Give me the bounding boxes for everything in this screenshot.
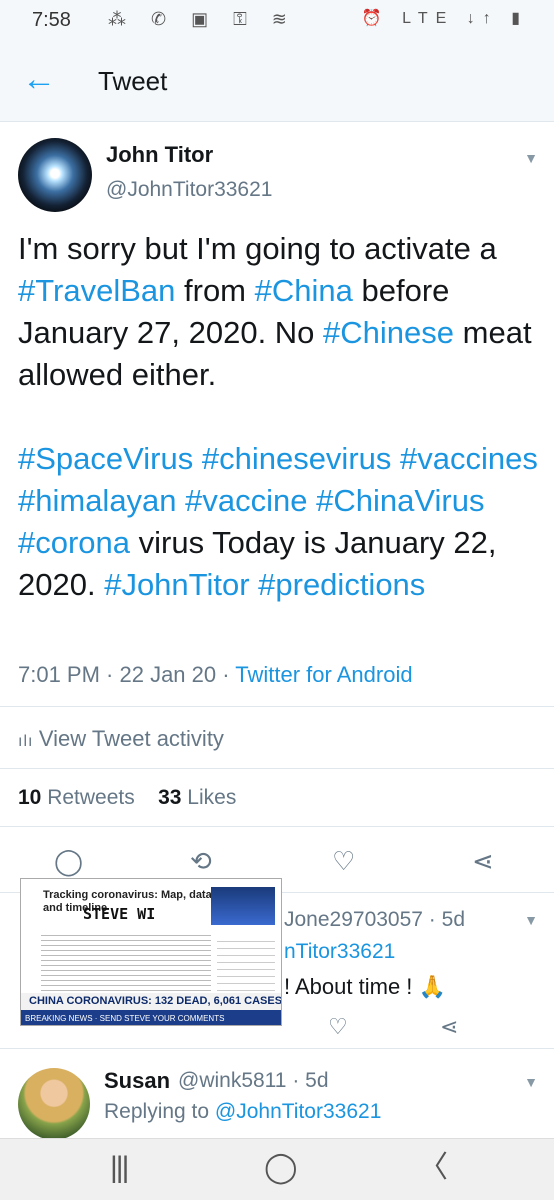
page-title: Tweet — [98, 66, 168, 96]
author-name[interactable]: John Titor — [106, 142, 213, 168]
recents-icon[interactable]: ||| — [110, 1153, 129, 1183]
replying-to-link[interactable]: @JohnTitor33621 — [215, 1100, 381, 1123]
tweet-source[interactable]: Twitter for Android — [235, 662, 412, 687]
chevron-down-icon[interactable]: ▼ — [524, 1074, 538, 1090]
divider — [0, 706, 554, 707]
tweet-activity-link[interactable]: ılı View Tweet activity — [18, 726, 224, 752]
sidebar-lines — [217, 935, 275, 991]
retweets-stat[interactable]: 10 Retweets — [18, 786, 135, 809]
tweet-text-segment — [177, 483, 186, 518]
tweet-text: I'm sorry but I'm going to activate a #T… — [18, 228, 538, 606]
avatar[interactable] — [18, 1068, 90, 1140]
likes-count: 33 — [158, 786, 182, 809]
bar-chart-icon: ılı — [18, 733, 39, 750]
hashtag-link[interactable]: #vaccine — [185, 483, 307, 518]
reply-icon[interactable]: ◯ — [54, 848, 83, 874]
article-body-lines — [41, 931, 211, 991]
tweet-text-segment — [250, 567, 259, 602]
reply-author-handle: @wink5811 · 5d — [178, 1069, 329, 1092]
retweets-count: 10 — [18, 786, 42, 809]
share-icon[interactable]: ⋖ — [472, 848, 494, 874]
tweet-text-segment — [391, 441, 400, 476]
hashtag-link[interactable]: #predictions — [258, 567, 425, 602]
reply-author-name: Susan — [104, 1068, 171, 1093]
hashtag-link[interactable]: #TravelBan — [18, 273, 175, 308]
back-icon[interactable]: 〈 — [418, 1153, 448, 1183]
retweets-label: Retweets — [47, 786, 135, 809]
news-ticker: BREAKING NEWS · SEND STEVE YOUR COMMENTS — [21, 1010, 281, 1025]
like-icon[interactable]: ♡ — [332, 848, 355, 874]
likes-stat[interactable]: 33 Likes — [158, 786, 236, 809]
notification-icons: ⁂ ✆ ▣ ⚿ ≋ — [108, 9, 297, 29]
hashtag-link[interactable]: #himalayan — [18, 483, 177, 518]
reply-handle: Jone29703057 · 5d — [284, 908, 465, 931]
like-icon[interactable]: ♡ — [328, 1014, 348, 1040]
news-presenter-name: STEVE WI — [83, 905, 156, 923]
app-header: ← Tweet — [0, 44, 554, 122]
chevron-down-icon[interactable]: ▼ — [524, 150, 538, 166]
hashtag-link[interactable]: #SpaceVirus — [18, 441, 193, 476]
retweet-icon[interactable]: ⟲ — [190, 848, 212, 874]
replying-to-label: Replying to @JohnTitor33621 — [104, 1100, 381, 1124]
divider — [0, 826, 554, 827]
reply-text: ! About time ! 🙏 — [284, 974, 446, 999]
hashtag-link[interactable]: #ChinaVirus — [316, 483, 484, 518]
status-bar: 7:58 ⁂ ✆ ▣ ⚿ ≋ ⏰ LTE ↓↑ ▮ — [0, 0, 554, 44]
home-icon[interactable]: ◯ — [264, 1153, 298, 1183]
news-screenshot-image: Tracking coronavirus: Map, data and time… — [20, 878, 282, 1026]
hashtag-link[interactable]: #China — [255, 273, 353, 308]
divider — [0, 1048, 554, 1049]
hashtag-link[interactable]: #corona — [18, 525, 130, 560]
replying-prefix: Replying to — [104, 1100, 215, 1123]
hashtag-link[interactable]: #Chinese — [323, 315, 454, 350]
system-nav-bar: ||| ◯ 〈 — [0, 1138, 554, 1200]
hashtag-link[interactable]: #vaccines — [400, 441, 538, 476]
status-time: 7:58 — [32, 9, 71, 31]
system-icons: ⏰ LTE ↓↑ ▮ — [361, 10, 528, 27]
author-avatar[interactable] — [18, 138, 92, 212]
tweet-timestamp: 7:01 PM · 22 Jan 20 · — [18, 662, 236, 687]
tweet-text-segment: I'm sorry but I'm going to activate a — [18, 231, 497, 266]
likes-label: Likes — [187, 786, 237, 809]
tweet-meta: 7:01 PM · 22 Jan 20 · Twitter for Androi… — [18, 662, 413, 688]
tweet-text-segment — [193, 441, 202, 476]
replying-to-link[interactable]: nTitor33621 — [284, 940, 395, 964]
presenter-video — [211, 887, 275, 925]
hashtag-link[interactable]: #chinesevirus — [202, 441, 392, 476]
share-icon[interactable]: ⋖ — [440, 1014, 458, 1040]
chevron-down-icon[interactable]: ▼ — [524, 912, 538, 928]
activity-label: View Tweet activity — [38, 726, 224, 751]
back-arrow-icon[interactable]: ← — [22, 62, 56, 96]
author-handle[interactable]: @JohnTitor33621 — [106, 178, 272, 202]
divider — [0, 768, 554, 769]
tweet-text-segment: from — [175, 273, 255, 308]
hashtag-link[interactable]: #JohnTitor — [104, 567, 249, 602]
news-banner-text: CHINA CORONAVIRUS: 132 DEAD, 6,061 CASES — [29, 995, 282, 1007]
tweet-stats: 10 Retweets 33 Likes — [18, 786, 236, 810]
tweet-text-segment — [308, 483, 317, 518]
news-banner: CHINA CORONAVIRUS: 132 DEAD, 6,061 CASES — [21, 993, 282, 1010]
